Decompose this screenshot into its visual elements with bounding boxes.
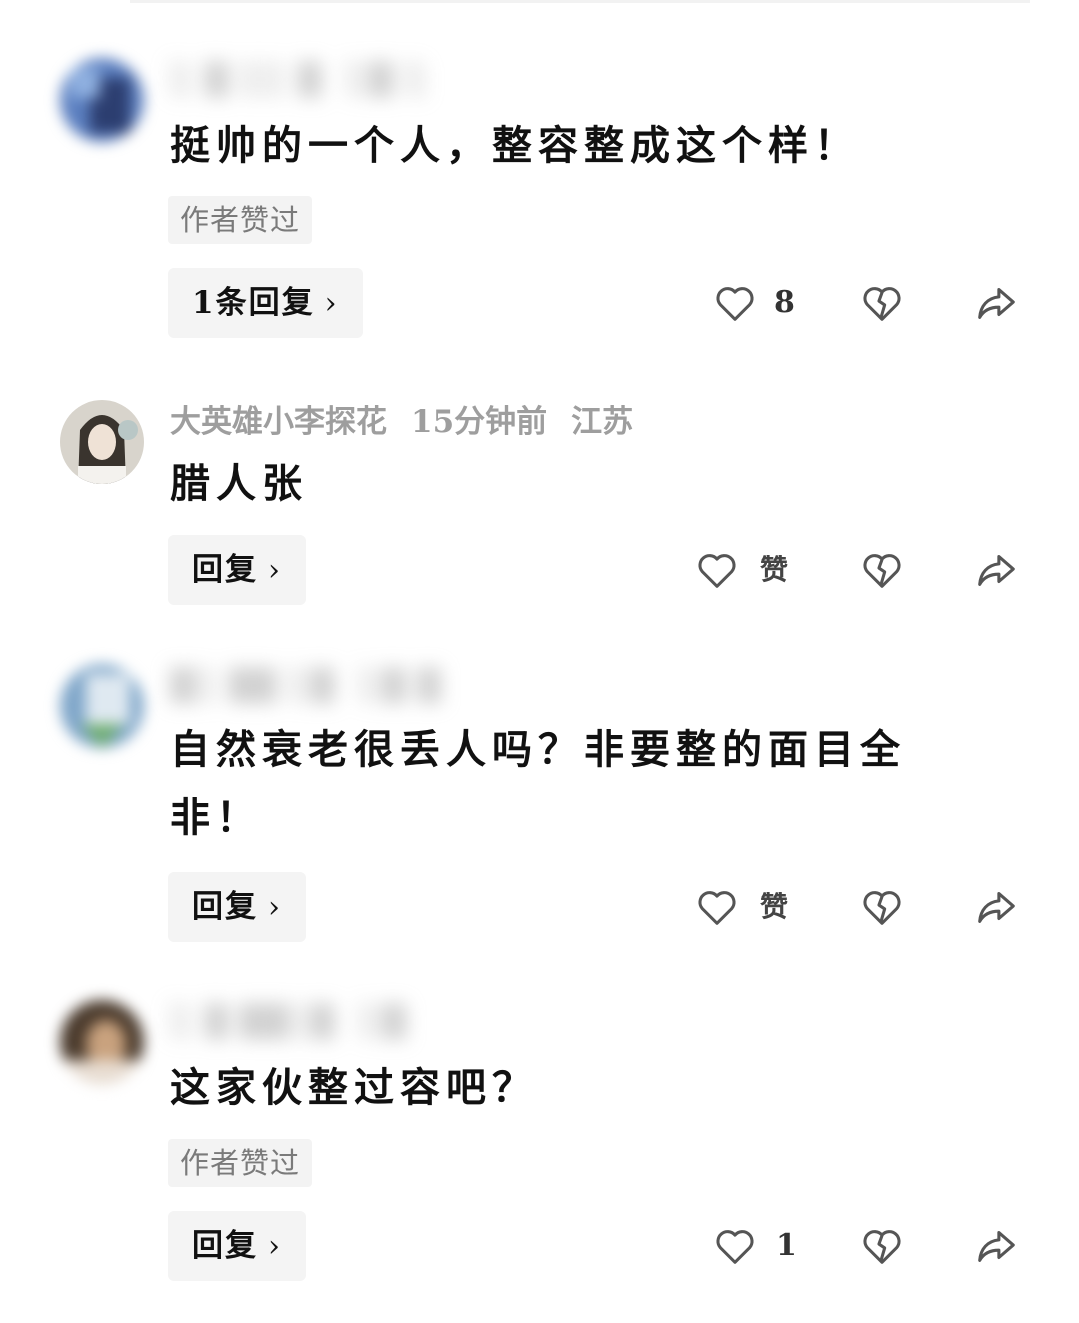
share-button[interactable] (973, 547, 1019, 607)
reply-button[interactable]: 回复 › (168, 1211, 306, 1281)
broken-heart-icon (863, 1230, 901, 1264)
share-arrow-icon (978, 1231, 1015, 1262)
chevron-right-icon: › (324, 286, 339, 321)
broken-heart-icon (863, 554, 901, 588)
reply-button[interactable]: 1条回复 › (168, 268, 363, 338)
comment-text: 腊人张 (170, 460, 308, 507)
broken-heart-icon (863, 891, 901, 925)
avatar[interactable] (60, 58, 144, 142)
reply-label: 回复 (192, 1228, 258, 1264)
like-button[interactable] (694, 884, 740, 944)
share-button[interactable] (973, 884, 1019, 944)
avatar[interactable] (60, 664, 144, 748)
comment-text: 这家伙整过容吧？ (170, 1064, 538, 1111)
comment-location: 江苏 (571, 404, 634, 440)
like-count: 1 (776, 1228, 797, 1263)
like-count: 赞 (760, 553, 789, 586)
comment-meta: 大英雄小李探花 15分钟前 江苏 (170, 402, 657, 442)
chevron-right-icon: › (268, 890, 282, 925)
reply-label: 1条回复 (192, 285, 315, 321)
heart-outline-icon (698, 554, 736, 588)
chevron-right-icon: › (268, 553, 282, 588)
heart-outline-icon (716, 1230, 754, 1264)
top-divider (130, 0, 1030, 3)
reply-label: 回复 (192, 889, 258, 925)
like-button[interactable] (694, 547, 740, 607)
like-button[interactable] (712, 280, 758, 340)
like-count: 8 (774, 285, 795, 320)
reply-label: 回复 (192, 552, 258, 588)
dislike-button[interactable] (859, 547, 905, 607)
share-button[interactable] (973, 1223, 1019, 1283)
share-arrow-icon (978, 288, 1015, 319)
avatar[interactable] (60, 1000, 144, 1084)
dislike-button[interactable] (859, 884, 905, 944)
comment-time: 15分钟前 (411, 404, 548, 440)
dislike-button[interactable] (859, 280, 905, 340)
author-liked-badge: 作者赞过 (168, 1139, 313, 1187)
share-button[interactable] (973, 280, 1019, 340)
comment-text: 自然衰老很丢人吗？非要整的面目全非！ (170, 726, 906, 841)
comment-meta: ░ ▒ ░░ ▒ ░▒ ░ (170, 62, 428, 98)
like-count: 赞 (760, 890, 789, 923)
chevron-right-icon: › (268, 1229, 282, 1264)
comment-meta: ░ ▒ ▒▒░▒ ░▒ (170, 1004, 407, 1040)
broken-heart-icon (863, 287, 901, 321)
heart-outline-icon (698, 891, 736, 925)
like-button[interactable] (712, 1223, 758, 1283)
reply-button[interactable]: 回复 › (168, 535, 306, 605)
heart-outline-icon (716, 287, 754, 321)
dislike-button[interactable] (859, 1223, 905, 1283)
share-arrow-icon (978, 555, 1015, 586)
share-arrow-icon (978, 892, 1015, 923)
avatar[interactable] (60, 400, 144, 484)
comment-text: 挺帅的一个人，整容整成这个样！ (170, 122, 860, 169)
reply-button[interactable]: 回复 › (168, 872, 306, 942)
username[interactable]: 大英雄小李探花 (170, 404, 387, 440)
comment-meta: ▒░ ▒▒ ░▒ ░▒ ▒ (170, 668, 441, 704)
author-liked-badge: 作者赞过 (168, 196, 313, 244)
